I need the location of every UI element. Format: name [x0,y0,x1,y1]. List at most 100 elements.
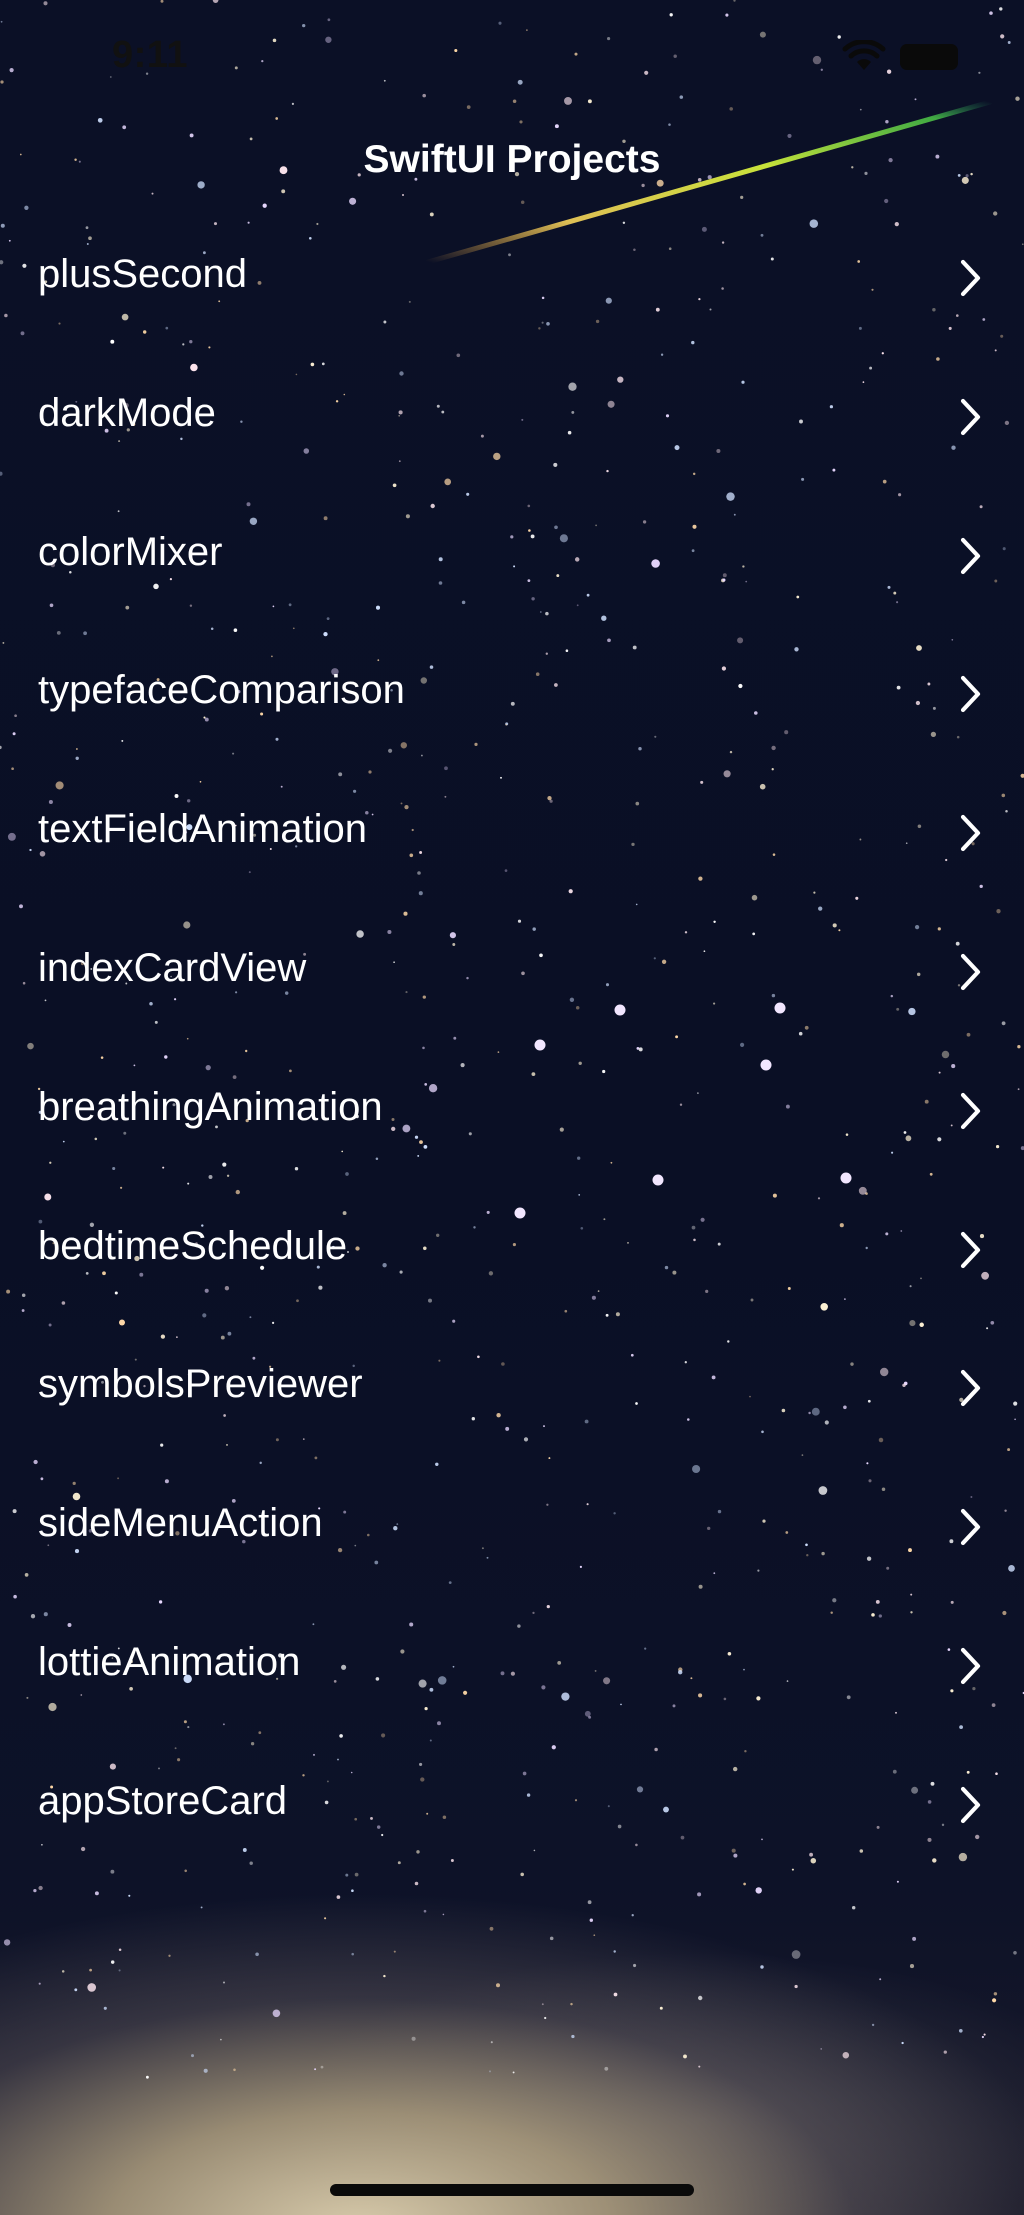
star [191,2054,194,2058]
chevron-right-icon [960,537,981,574]
star [901,2041,904,2045]
list-item-label: typefaceComparison [38,668,405,713]
list-item-label: bedtimeSchedule [38,1223,348,1268]
star [393,1950,396,1953]
star [544,2016,547,2020]
star [122,125,127,130]
star [570,2002,573,2006]
list-item-textfieldanimation[interactable]: textFieldAnimation [0,763,1024,902]
star [554,124,559,129]
star [740,195,744,199]
status-time: 9:11 [112,34,188,76]
star [884,198,889,204]
star [613,1992,618,1997]
home-indicator[interactable] [330,2184,694,2196]
star [197,181,205,189]
chevron-right-icon [960,1370,981,1407]
star [794,1984,798,1989]
list-item-label: sideMenuAction [38,1501,323,1546]
chevron-right-icon [960,953,981,991]
star [791,1950,801,1959]
list-item-label: symbolsPreviewer [38,1362,363,1407]
list-item-breathinganimation[interactable]: breathingAnimation [0,1041,1024,1180]
star [220,2038,222,2041]
wifi-icon [842,40,886,70]
star [698,1995,703,2001]
list-item-label: plusSecond [38,252,248,296]
star [423,1909,427,1913]
chevron-right-icon [960,259,981,297]
list-item-label: colorMixer [38,529,223,574]
star [189,133,194,138]
star [885,119,889,124]
star [320,2065,324,2069]
star [3,1939,11,1946]
star [993,1992,998,1996]
star [549,1936,554,1941]
star [411,2036,416,2041]
star [541,2003,544,2006]
list-item-appstorecard[interactable]: appStoreCard [0,1735,1024,1874]
list-item-plussecond[interactable]: plusSecond [0,208,1024,347]
list-item-label: appStoreCard [38,1778,288,1823]
list-item-darkmode[interactable]: darkMode [0,347,1024,486]
battery-icon [900,44,958,70]
star [519,120,523,124]
list-item-label: darkMode [38,390,216,435]
star [683,2054,687,2059]
star [659,2006,663,2010]
star [118,1948,122,1951]
star [89,1968,92,1972]
star [61,1970,65,1973]
star [1013,1951,1017,1955]
list-item-colormixer[interactable]: colorMixer [0,486,1024,625]
star [97,117,103,123]
star [87,1983,97,1992]
star [613,1950,616,1953]
star [631,1914,634,1917]
chevron-right-icon [960,1092,981,1129]
list-item-typefacecomparison[interactable]: typefaceComparison [0,624,1024,763]
star [351,1889,354,1893]
star [275,117,279,120]
page-title: SwiftUI Projects [363,138,661,181]
star [38,1885,43,1891]
star [345,1873,349,1877]
star [33,1888,37,1893]
list-item-bedtimeschedule[interactable]: bedtimeSchedule [0,1180,1024,1319]
chevron-right-icon [960,398,981,435]
star [383,1974,386,1978]
star [755,1887,762,1894]
star [281,189,286,194]
projects-list: plusSecond darkMode colorMixer typefaceC… [0,208,1024,1874]
star [203,2068,208,2073]
star [351,1952,354,1956]
chevron-right-icon [960,1647,981,1685]
star [912,1936,917,1941]
star [871,2023,875,2027]
star [896,1880,899,1883]
star [593,1934,596,1937]
star [200,1906,203,1909]
star [512,2071,515,2074]
star [842,2051,850,2059]
star [442,1913,445,1916]
star [571,2034,575,2039]
chevron-right-icon [960,1509,981,1546]
star [520,200,525,204]
list-item-label: indexCardView [38,945,307,990]
list-item-symbolspreviewer[interactable]: symbolsPreviewer [0,1318,1024,1457]
list-item-indexcardview[interactable]: indexCardView [0,902,1024,1041]
star [94,1891,99,1896]
star [272,2009,281,2018]
chevron-right-icon [960,815,981,852]
list-item-sidemenuaction[interactable]: sideMenuAction [0,1457,1024,1596]
star [489,1926,494,1931]
star [74,1988,78,1992]
star [958,2028,963,2033]
list-item-lottieanimation[interactable]: lottieAnimation [0,1596,1024,1735]
star [233,2068,236,2072]
app-screen: 9:11 SwiftUI Projects plusSecond darkMod… [0,0,1024,2215]
star [314,2068,317,2071]
star [633,1963,637,1968]
